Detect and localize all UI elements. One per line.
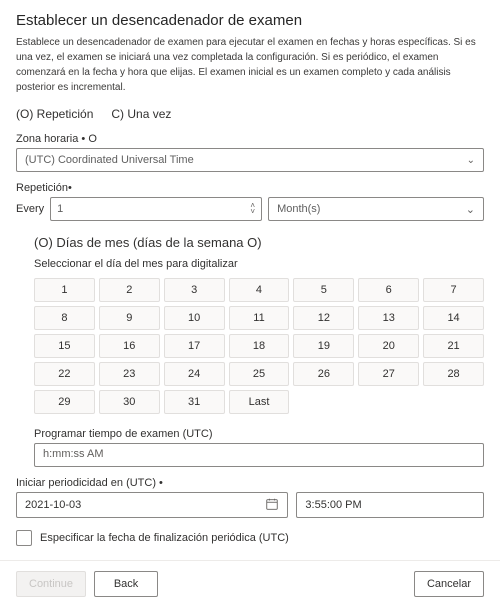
- end-date-label: Especificar la fecha de finalización per…: [40, 532, 289, 544]
- start-label: Iniciar periodicidad en (UTC) •: [16, 477, 484, 489]
- day-cell[interactable]: 26: [293, 362, 354, 386]
- day-cell[interactable]: 11: [229, 306, 290, 330]
- day-cell[interactable]: 28: [423, 362, 484, 386]
- scan-time-input[interactable]: h:mm:ss AM: [34, 443, 484, 467]
- footer: Continue Back Cancelar: [16, 571, 484, 597]
- day-cell[interactable]: 12: [293, 306, 354, 330]
- radio-recurring[interactable]: (O) Repetición: [16, 107, 93, 121]
- day-cell[interactable]: 9: [99, 306, 160, 330]
- spinner-arrows-icon: ˄˅: [250, 203, 255, 215]
- day-cell[interactable]: 31: [164, 390, 225, 414]
- day-cell[interactable]: 21: [423, 334, 484, 358]
- day-cell[interactable]: 17: [164, 334, 225, 358]
- recur-count-value: 1: [57, 203, 63, 215]
- timezone-select[interactable]: (UTC) Coordinated Universal Time ⌄: [16, 148, 484, 172]
- day-cell[interactable]: 30: [99, 390, 160, 414]
- recur-count-spinner[interactable]: 1 ˄˅: [50, 197, 262, 221]
- day-cell[interactable]: 3: [164, 278, 225, 302]
- recur-row: Every 1 ˄˅ Month(s) ⌄: [16, 197, 484, 221]
- cancel-button[interactable]: Cancelar: [414, 571, 484, 597]
- timezone-value: (UTC) Coordinated Universal Time: [25, 154, 194, 166]
- day-cell[interactable]: 22: [34, 362, 95, 386]
- start-date-input[interactable]: 2021-10-03: [16, 492, 288, 518]
- chevron-down-icon: ⌄: [467, 155, 475, 166]
- day-cell[interactable]: 8: [34, 306, 95, 330]
- day-cell[interactable]: 23: [99, 362, 160, 386]
- start-time-input[interactable]: 3:55:00 PM: [296, 492, 484, 518]
- recur-unit-value: Month(s): [277, 203, 320, 215]
- day-cell[interactable]: 10: [164, 306, 225, 330]
- day-cell[interactable]: 19: [293, 334, 354, 358]
- day-cell[interactable]: 1: [34, 278, 95, 302]
- dialog-description: Establece un desencadenador de examen pa…: [16, 35, 484, 95]
- day-cell[interactable]: 25: [229, 362, 290, 386]
- days-mode-toggle[interactable]: (O) Días de mes (días de la semana O): [34, 235, 484, 250]
- recur-heading: Repetición•: [16, 182, 484, 194]
- day-cell[interactable]: 29: [34, 390, 95, 414]
- scan-time-label: Programar tiempo de examen (UTC): [34, 428, 484, 440]
- day-cell[interactable]: 4: [229, 278, 290, 302]
- day-cell[interactable]: Last: [229, 390, 290, 414]
- day-cell[interactable]: 5: [293, 278, 354, 302]
- recur-every-label: Every: [16, 203, 44, 215]
- back-button[interactable]: Back: [94, 571, 158, 597]
- calendar-icon: [265, 497, 279, 514]
- continue-button: Continue: [16, 571, 86, 597]
- recur-unit-select[interactable]: Month(s) ⌄: [268, 197, 484, 221]
- radio-recurring-label: (O) Repetición: [16, 107, 93, 121]
- day-cell[interactable]: 20: [358, 334, 419, 358]
- day-grid: 1234567891011121314151617181920212223242…: [34, 278, 484, 414]
- end-date-checkbox[interactable]: [16, 530, 32, 546]
- day-cell[interactable]: 14: [423, 306, 484, 330]
- day-cell[interactable]: 15: [34, 334, 95, 358]
- chevron-down-icon: ⌄: [466, 203, 475, 216]
- dialog-title: Establecer un desencadenador de examen: [16, 12, 484, 29]
- radio-once-label: C) Una vez: [111, 107, 171, 121]
- timezone-label: Zona horaria • O: [16, 133, 484, 145]
- start-time-value: 3:55:00 PM: [305, 499, 361, 511]
- radio-once[interactable]: C) Una vez: [111, 107, 171, 121]
- pattern-radio-group: (O) Repetición C) Una vez: [16, 107, 484, 121]
- day-cell[interactable]: 13: [358, 306, 419, 330]
- start-date-value: 2021-10-03: [25, 499, 81, 511]
- day-cell[interactable]: 6: [358, 278, 419, 302]
- day-cell[interactable]: 2: [99, 278, 160, 302]
- day-cell[interactable]: 27: [358, 362, 419, 386]
- day-cell[interactable]: 24: [164, 362, 225, 386]
- divider: [0, 560, 500, 561]
- days-hint: Seleccionar el día del mes para digitali…: [34, 258, 484, 270]
- day-cell[interactable]: 18: [229, 334, 290, 358]
- day-cell[interactable]: 16: [99, 334, 160, 358]
- day-cell[interactable]: 7: [423, 278, 484, 302]
